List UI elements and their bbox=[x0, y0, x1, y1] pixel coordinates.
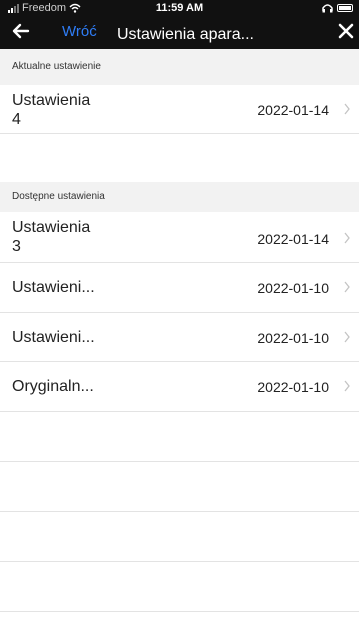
navigation-bar: Wróć Ustawienia apara... bbox=[0, 16, 359, 49]
settings-row[interactable]: Oryginaln... 2022-01-10 bbox=[0, 362, 359, 412]
empty-list-row bbox=[0, 562, 359, 612]
row-title: Ustawieni... bbox=[12, 329, 95, 346]
chevron-right-icon bbox=[344, 232, 350, 244]
back-button[interactable]: Wróć bbox=[62, 23, 97, 40]
row-date: 2022-01-10 bbox=[257, 330, 329, 346]
settings-row[interactable]: Ustawieni... 2022-01-10 bbox=[0, 263, 359, 313]
row-title: Ustawienia 3 bbox=[12, 219, 91, 255]
row-date: 2022-01-14 bbox=[257, 102, 329, 118]
chevron-right-icon bbox=[344, 331, 350, 343]
row-date: 2022-01-10 bbox=[257, 280, 329, 296]
settings-row[interactable]: Ustawieni... 2022-01-10 bbox=[0, 313, 359, 362]
page-title: Ustawienia apara... bbox=[117, 26, 254, 43]
back-arrow-icon[interactable] bbox=[12, 22, 30, 40]
empty-list-row bbox=[0, 412, 359, 462]
row-date: 2022-01-10 bbox=[257, 379, 329, 395]
battery-icon bbox=[337, 4, 353, 12]
chevron-right-icon bbox=[344, 103, 350, 115]
status-time: 11:59 AM bbox=[155, 2, 204, 14]
headphones-icon bbox=[322, 4, 333, 13]
row-title: Ustawienia 4 bbox=[12, 92, 91, 128]
row-title: Ustawieni... bbox=[12, 279, 95, 296]
empty-list-row bbox=[0, 512, 359, 562]
chevron-right-icon bbox=[344, 281, 350, 293]
status-bar: Freedom 11:59 AM bbox=[0, 0, 359, 16]
close-icon[interactable] bbox=[337, 22, 355, 40]
row-date: 2022-01-14 bbox=[257, 231, 329, 247]
settings-row-current[interactable]: Ustawienia 4 2022-01-14 bbox=[0, 85, 359, 134]
row-title: Oryginaln... bbox=[12, 378, 94, 395]
settings-row[interactable]: Ustawienia 3 2022-01-14 bbox=[0, 212, 359, 263]
chevron-right-icon bbox=[344, 380, 350, 392]
section-header-current: Aktualne ustawienie bbox=[0, 49, 359, 85]
empty-list-row bbox=[0, 462, 359, 512]
status-right bbox=[322, 3, 353, 13]
section-header-available: Dostępne ustawienia bbox=[0, 182, 359, 212]
